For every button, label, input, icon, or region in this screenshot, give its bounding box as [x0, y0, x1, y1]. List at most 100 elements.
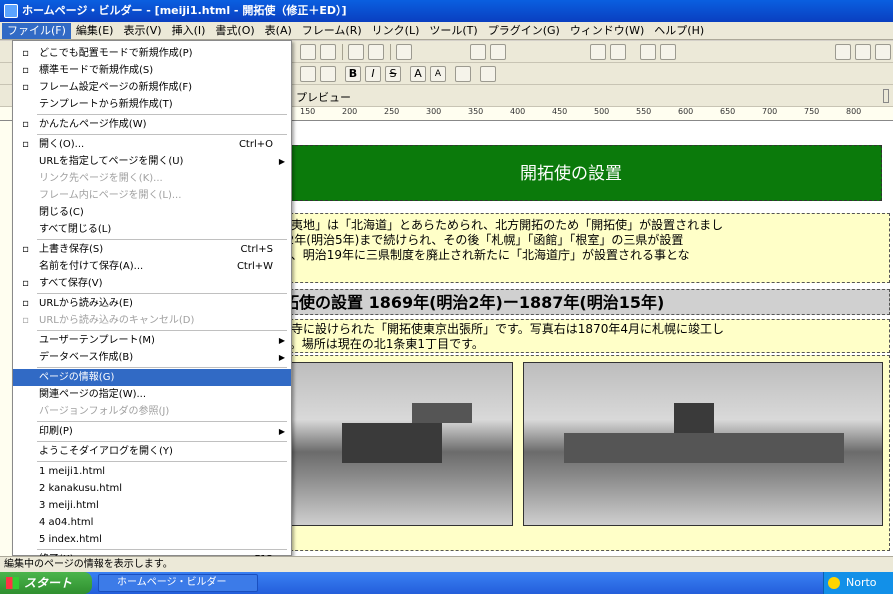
file-menu-item-label: ユーザーテンプレート(M) [39, 335, 155, 346]
file-menu-item[interactable]: ページの情報(G) [13, 369, 291, 386]
zoom-out-icon[interactable] [855, 44, 871, 60]
font-larger-icon[interactable]: A [410, 66, 426, 82]
ruler-tick-label: 600 [678, 107, 694, 116]
file-menu-item-label: テンプレートから新規作成(T) [39, 99, 173, 110]
copy-icon[interactable] [320, 44, 336, 60]
frame-icon[interactable] [396, 44, 412, 60]
zoom-in-icon[interactable] [835, 44, 851, 60]
file-menu-item[interactable]: ユーザーテンプレート(M) ▶ [13, 332, 291, 349]
file-menu-item[interactable]: ▫ すべて保存(V) [13, 275, 291, 292]
strike-icon[interactable]: S [385, 66, 401, 82]
file-menu-item-label: 印刷(P) [39, 426, 73, 437]
insert-table-icon[interactable] [480, 66, 496, 82]
file-menu-item[interactable]: ▫ URLから読み込み(E) [13, 295, 291, 312]
file-menu-item-label: 関連ページの指定(W)... [39, 389, 147, 400]
file-menu-item[interactable]: 3 meiji.html [13, 497, 291, 514]
file-menu-item[interactable]: テンプレートから新規作成(T) [13, 96, 291, 113]
file-menu-item-label: ようこそダイアログを開く(Y) [39, 446, 173, 457]
file-menu-item[interactable]: 4 a04.html [13, 514, 291, 531]
intro-paragraph[interactable]: 「蝦夷地」は「北海道」とあらためられ、北方開拓のため「開拓使」が設置されまし 治… [260, 213, 890, 283]
file-menu-item[interactable]: ▫ 開く(O)... Ctrl+O [13, 136, 291, 153]
file-menu-item[interactable]: 5 index.html [13, 531, 291, 548]
file-menu-item-label: 名前を付けて保存(A)... [39, 261, 144, 272]
indent-icon[interactable] [320, 66, 336, 82]
file-menu-item[interactable]: 関連ページの指定(W)... [13, 386, 291, 403]
file-menu-item[interactable]: データベース作成(B) ▶ [13, 349, 291, 366]
image-icon[interactable] [368, 44, 384, 60]
menu-item[interactable]: ファイル(F) [2, 22, 71, 39]
tokyo-office-photo[interactable] [261, 362, 513, 526]
file-menu-item[interactable]: 1 meiji1.html [13, 463, 291, 480]
align-icon[interactable] [300, 66, 316, 82]
pen-icon[interactable] [470, 44, 486, 60]
system-tray[interactable]: Norto [823, 572, 893, 594]
photo-caption[interactable]: 増上寺に設けられた「開拓使東京出張所」です。写真右は1870年4月に札幌に竣工し… [260, 319, 890, 353]
file-menu-item[interactable]: リンク先ページを開く(K)... [13, 170, 291, 187]
start-button[interactable]: スタート [0, 572, 92, 594]
font-smaller-icon[interactable]: A [430, 66, 446, 82]
menu-item[interactable]: 書式(O) [210, 23, 259, 39]
menu-separator [37, 330, 287, 331]
file-menu-item[interactable]: 名前を付けて保存(A)... Ctrl+W [13, 258, 291, 275]
ruler-tick-label: 700 [762, 107, 778, 116]
file-menu-item[interactable]: 閉じる(C) [13, 204, 291, 221]
cut-icon[interactable] [300, 44, 316, 60]
menu-bar: ファイル(F) 編集(E) 表示(V) 挿入(I) 書式(O) 表(A) フレーム(R) リン… [0, 22, 893, 40]
file-menu-item[interactable]: ようこそダイアログを開く(Y) [13, 443, 291, 460]
menu-item[interactable]: ツール(T) [424, 23, 482, 39]
menu-item[interactable]: 表(A) [260, 23, 297, 39]
file-menu-item[interactable]: ▫ 上書き保存(S) Ctrl+S [13, 241, 291, 258]
file-menu-item[interactable]: ▫ どこでも配置モードで新規作成(P) [13, 45, 291, 62]
layout-icon[interactable] [590, 44, 606, 60]
table-icon[interactable] [348, 44, 364, 60]
menu-separator [37, 134, 287, 135]
file-menu-item[interactable]: すべて閉じる(L) [13, 221, 291, 238]
ruler-tick-label: 200 [342, 107, 358, 116]
menu-item[interactable]: フレーム(R) [297, 23, 367, 39]
section-heading[interactable]: 開拓使の設置 1869年(明治2年)ー1887年(明治15年) [260, 289, 890, 315]
folder-open-icon: ▫ [22, 139, 29, 150]
submenu-arrow-icon: ▶ [278, 157, 285, 166]
file-menu-item[interactable]: フレーム内にページを開く(L)... [13, 187, 291, 204]
file-menu-item-label: フレーム内にページを開く(L)... [39, 190, 182, 201]
file-menu-item[interactable]: URLを指定してページを開く(U) ▶ [13, 153, 291, 170]
menu-item[interactable]: ヘルプ(H) [649, 23, 709, 39]
menu-separator [37, 461, 287, 462]
monitor-icon[interactable] [490, 44, 506, 60]
file-menu-item[interactable]: ▫ 標準モードで新規作成(S) [13, 62, 291, 79]
menu-separator [37, 421, 287, 422]
file-menu-item[interactable]: 印刷(P) ▶ [13, 423, 291, 440]
globe-icon[interactable] [640, 44, 656, 60]
file-menu-item-label: 閉じる(C) [39, 207, 84, 218]
file-menu-item[interactable]: バージョンフォルダの参照(J) [13, 403, 291, 420]
menu-item[interactable]: 表示(V) [118, 23, 166, 39]
text-color-icon[interactable] [455, 66, 471, 82]
menu-item[interactable]: ウィンドウ(W) [565, 23, 649, 39]
file-menu-item[interactable]: ▫ かんたんページ作成(W) [13, 116, 291, 133]
grid-icon[interactable] [610, 44, 626, 60]
file-menu-item[interactable]: ▫ URLから読み込みのキャンセル(D) [13, 312, 291, 329]
sapporo-office-photo[interactable] [523, 362, 883, 526]
page-banner-title[interactable]: 開拓使の設置 [260, 145, 882, 201]
ruler-tick-label: 250 [384, 107, 400, 116]
shortcut-label: Ctrl+W [236, 261, 273, 272]
file-menu-item-label: 開く(O)... [39, 139, 85, 150]
window-title: ホームページ・ビルダー - [meiji1.html - 開拓使（修正＋ED）] [22, 4, 347, 17]
menu-item[interactable]: 編集(E) [71, 23, 119, 39]
toolbar-separator [342, 44, 343, 60]
shortcut-label: Ctrl+O [238, 139, 273, 150]
file-menu-item[interactable]: 2 kanakusu.html [13, 480, 291, 497]
file-menu-item-label: 上書き保存(S) [39, 244, 104, 255]
menu-item[interactable]: プラグイン(G) [483, 23, 565, 39]
menu-item[interactable]: 挿入(I) [167, 23, 211, 39]
mail-icon[interactable] [660, 44, 676, 60]
italic-icon[interactable]: I [365, 66, 381, 82]
file-menu-item-label: すべて閉じる(L) [39, 224, 112, 235]
menu-item[interactable]: リンク(L) [367, 23, 425, 39]
preview-tab[interactable]: プレビュー [296, 89, 351, 105]
file-menu-item[interactable]: ▫ フレーム設定ページの新規作成(F) [13, 79, 291, 96]
zoom-reset-icon[interactable] [875, 44, 891, 60]
menu-separator [37, 441, 287, 442]
taskbar-app-button[interactable]: ホームページ・ビルダー [98, 574, 258, 592]
bold-icon[interactable]: B [345, 66, 361, 82]
